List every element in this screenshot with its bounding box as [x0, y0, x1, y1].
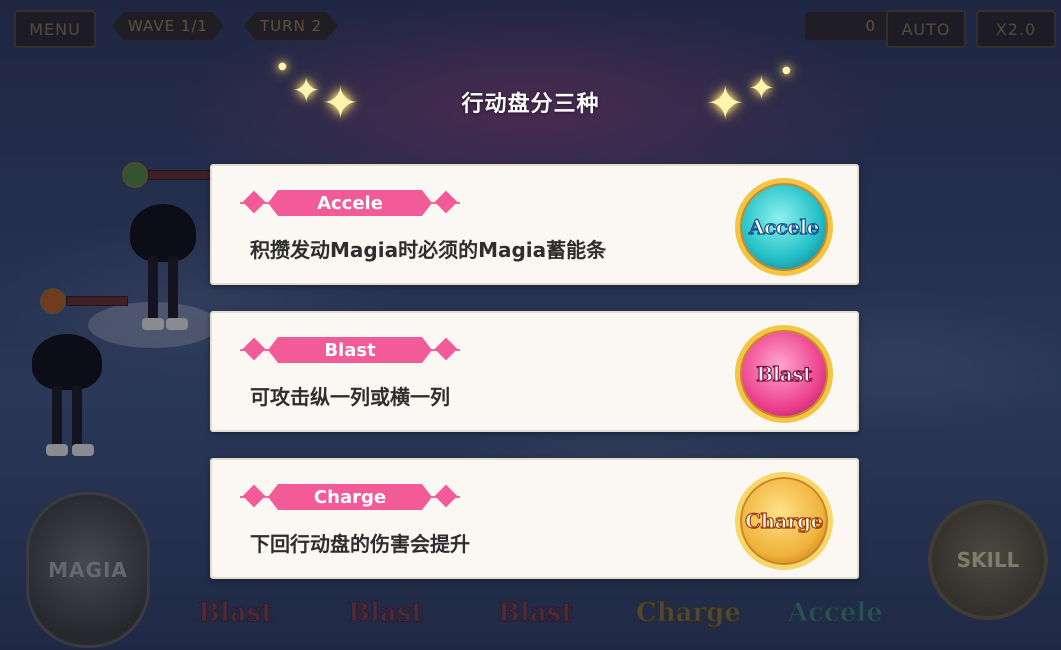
blast-emblem-icon: Blast	[735, 325, 833, 423]
card-ribbon: Accele	[240, 188, 460, 218]
card-description: 积攒发动Magia时必须的Magia蓄能条	[250, 238, 607, 262]
card-title: Charge	[268, 484, 432, 510]
star-icon: ●	[782, 65, 791, 76]
card-ribbon: Blast	[240, 335, 460, 365]
disc-card-accele: Accele 积攒发动Magia时必须的Magia蓄能条 Accele	[210, 164, 859, 285]
disc-card-charge: Charge 下回行动盘的伤害会提升 Charge	[210, 458, 859, 579]
card-description: 可攻击纵一列或横一列	[250, 385, 450, 409]
card-title: Accele	[268, 190, 432, 216]
accele-emblem-icon: Accele	[735, 178, 833, 276]
dialog-title: 行动盘分三种	[461, 92, 600, 117]
sparkle-icon: ✦	[706, 76, 745, 130]
charge-emblem-icon: Charge	[735, 472, 833, 570]
card-description: 下回行动盘的伤害会提升	[250, 532, 470, 556]
sparkle-icon: ✦	[748, 69, 775, 107]
star-icon: ●	[278, 61, 287, 72]
disc-card-blast: Blast 可攻击纵一列或横一列 Blast	[210, 311, 859, 432]
card-ribbon: Charge	[240, 482, 460, 512]
card-title: Blast	[268, 337, 432, 363]
